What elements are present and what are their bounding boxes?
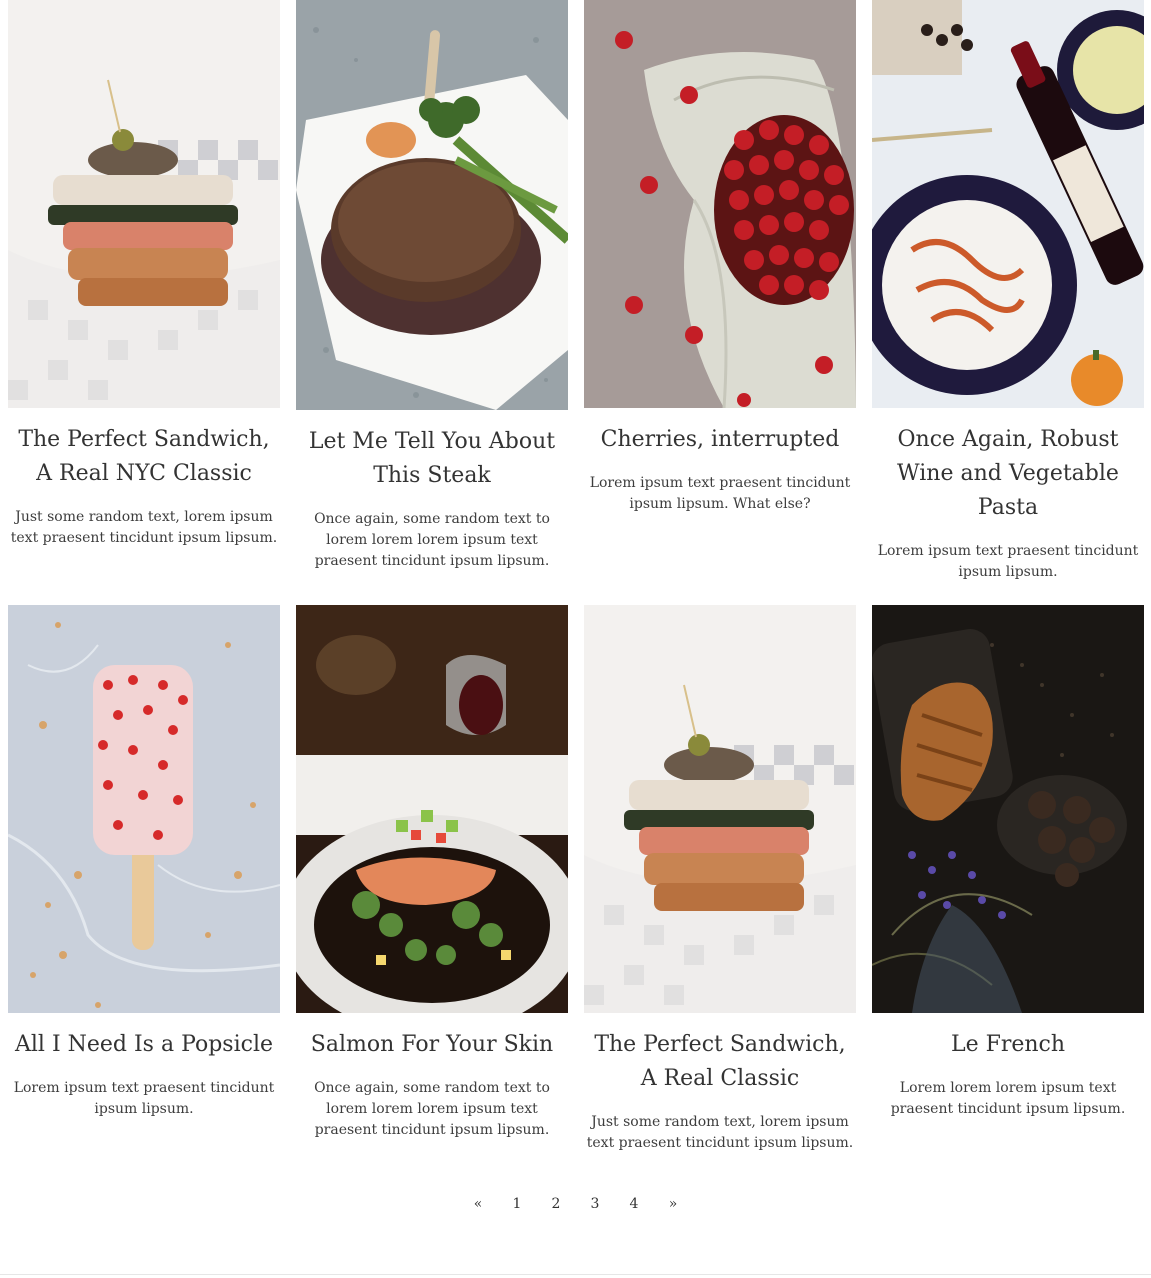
post-card: All I Need Is a Popsicle Lorem ipsum tex… [8, 605, 280, 1120]
steak-photo[interactable] [296, 0, 568, 410]
post-excerpt: Lorem ipsum text praesent tincidunt ipsu… [589, 475, 851, 512]
croissant-image [872, 605, 1144, 1013]
post-excerpt: Lorem ipsum text praesent tincidunt ipsu… [13, 1080, 275, 1117]
post-excerpt: Just some random text, lorem ipsum text … [586, 1114, 854, 1151]
sandwich-photo[interactable] [8, 0, 280, 408]
cherries-image [584, 0, 856, 408]
post-title[interactable]: Let Me Tell You About This Steak [296, 425, 568, 493]
post-excerpt: Just some random text, lorem ipsum text … [10, 509, 278, 546]
post-card: The Perfect Sandwich, A Real Classic Jus… [584, 605, 856, 1154]
post-card: Le French Lorem lorem lorem ipsum text p… [872, 605, 1144, 1120]
cherries-photo[interactable] [584, 0, 856, 408]
sandwich-photo[interactable] [584, 605, 856, 1013]
pagination-page-4[interactable]: 4 [615, 1192, 654, 1216]
post-card: Cherries, interrupted Lorem ipsum text p… [584, 0, 856, 515]
post-excerpt: Once again, some random text to lorem lo… [314, 1080, 550, 1138]
post-card: Once Again, Robust Wine and Vegetable Pa… [872, 0, 1144, 583]
pagination-page-2[interactable]: 2 [537, 1192, 576, 1216]
post-excerpt: Lorem ipsum text praesent tincidunt ipsu… [877, 543, 1139, 580]
sandwich-image [8, 0, 280, 408]
pagination-previous-link[interactable]: « [459, 1192, 498, 1216]
post-title[interactable]: Cherries, interrupted [584, 423, 856, 457]
popsicle-image [8, 605, 280, 1013]
salmon-photo[interactable] [296, 605, 568, 1013]
post-card: Salmon For Your Skin Once again, some ra… [296, 605, 568, 1141]
post-card: The Perfect Sandwich, A Real NYC Classic… [8, 0, 280, 549]
post-excerpt: Once again, some random text to lorem lo… [314, 511, 550, 569]
post-card: Let Me Tell You About This Steak Once ag… [296, 0, 568, 572]
croissant-photo[interactable] [872, 605, 1144, 1013]
sandwich-image [584, 605, 856, 1013]
wine-pasta-image [872, 0, 1144, 408]
footer-divider [0, 1274, 1151, 1275]
pagination-page-1[interactable]: 1 [498, 1192, 537, 1216]
wine-pasta-photo[interactable] [872, 0, 1144, 408]
post-title[interactable]: The Perfect Sandwich, A Real NYC Classic [8, 423, 280, 491]
pagination: « 1 2 3 4 » [0, 1192, 1151, 1216]
post-title[interactable]: Once Again, Robust Wine and Vegetable Pa… [872, 423, 1144, 525]
post-title[interactable]: All I Need Is a Popsicle [8, 1028, 280, 1062]
steak-image [296, 0, 568, 410]
pagination-next-link[interactable]: » [654, 1192, 693, 1216]
post-title[interactable]: The Perfect Sandwich, A Real Classic [584, 1028, 856, 1096]
post-title[interactable]: Le French [872, 1028, 1144, 1062]
post-title[interactable]: Salmon For Your Skin [296, 1028, 568, 1062]
pagination-page-3[interactable]: 3 [576, 1192, 615, 1216]
popsicle-photo[interactable] [8, 605, 280, 1013]
salmon-image [296, 605, 568, 1013]
post-excerpt: Lorem lorem lorem ipsum text praesent ti… [890, 1080, 1126, 1117]
